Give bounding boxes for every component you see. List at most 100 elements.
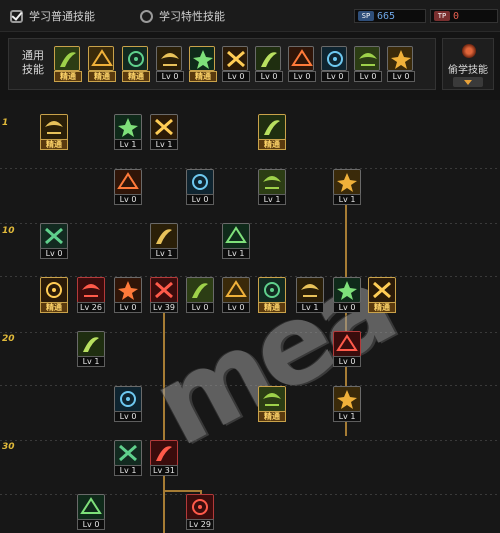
skill-icon: [222, 46, 248, 71]
tree-skill-15[interactable]: Lv 39: [150, 277, 178, 313]
skill-tree: 1 10 20 30 mea: [0, 100, 500, 533]
skill-level-label: Lv 0: [40, 248, 68, 259]
steal-skills-label: 偷学技能: [448, 65, 488, 76]
tree-skill-24[interactable]: Lv 0: [114, 386, 142, 422]
tree-skill-14[interactable]: Lv 0: [114, 277, 142, 313]
common-skill-6[interactable]: Lv 0: [222, 46, 250, 82]
tree-skill-22[interactable]: Lv 1: [77, 331, 105, 367]
tree-skill-4[interactable]: 精通: [258, 114, 286, 150]
tree-skill-23[interactable]: Lv 0: [333, 331, 361, 367]
tree-skill-20[interactable]: Lv 0: [333, 277, 361, 313]
tree-skill-9[interactable]: Lv 0: [40, 223, 68, 259]
tree-skill-19[interactable]: Lv 1: [296, 277, 324, 313]
skill-icon: [296, 277, 324, 303]
row-divider: [0, 440, 500, 441]
tree-skill-16[interactable]: Lv 0: [186, 277, 214, 313]
tree-skill-1[interactable]: 精通: [40, 114, 68, 150]
checkbox-icon: [10, 9, 23, 23]
row-divider: [0, 385, 500, 386]
fire-icon: [462, 44, 476, 58]
tree-skill-21[interactable]: 精通: [368, 277, 396, 313]
tree-skill-6[interactable]: Lv 0: [186, 169, 214, 205]
steal-dropdown-button[interactable]: [453, 77, 483, 87]
sp-icon: SP: [358, 11, 374, 21]
tree-skill-29[interactable]: Lv 0: [77, 494, 105, 530]
skill-icon: [258, 277, 286, 303]
row-divider: [0, 276, 500, 277]
skill-icon: [156, 46, 182, 71]
skill-level-label: 精通: [88, 71, 116, 82]
skill-icon: [40, 277, 68, 303]
skill-level-label: Lv 1: [114, 139, 142, 150]
skill-icon: [40, 114, 68, 140]
skill-icon: [186, 494, 214, 520]
tree-skill-7[interactable]: Lv 1: [258, 169, 286, 205]
common-skill-9[interactable]: Lv 0: [321, 46, 349, 82]
tree-skill-2[interactable]: Lv 1: [114, 114, 142, 150]
tree-skill-3[interactable]: Lv 1: [150, 114, 178, 150]
skill-icon: [122, 46, 148, 71]
skill-level-label: Lv 0: [186, 302, 214, 313]
tree-skill-10[interactable]: Lv 1: [150, 223, 178, 259]
tree-skill-18[interactable]: 精通: [258, 277, 286, 313]
common-skill-1[interactable]: 精通: [54, 46, 82, 82]
common-skill-11[interactable]: Lv 0: [387, 46, 415, 82]
skill-icon: [321, 46, 347, 71]
skill-level-label: Lv 1: [333, 411, 361, 422]
skill-level-label: Lv 0: [114, 194, 142, 205]
skill-level-label: 精通: [258, 302, 286, 313]
skill-level-label: Lv 0: [156, 71, 184, 82]
tab-trait-skills-label: 学习特性技能: [159, 10, 225, 23]
common-skill-10[interactable]: Lv 0: [354, 46, 382, 82]
skill-level-label: Lv 0: [333, 356, 361, 367]
common-skill-7[interactable]: Lv 0: [255, 46, 283, 82]
skill-level-label: Lv 1: [150, 248, 178, 259]
skill-icon: [186, 277, 214, 303]
common-skill-2[interactable]: 精通: [88, 46, 116, 82]
skill-level-label: 精通: [189, 71, 217, 82]
common-skill-3[interactable]: 精通: [122, 46, 150, 82]
tree-skill-8[interactable]: Lv 1: [333, 169, 361, 205]
skill-level-label: 精通: [258, 139, 286, 150]
skill-level-label: Lv 1: [150, 139, 178, 150]
tree-skill-17[interactable]: Lv 0: [222, 277, 250, 313]
skill-level-label: 精通: [40, 302, 68, 313]
skill-icon: [114, 114, 142, 140]
common-skill-5[interactable]: 精通: [189, 46, 217, 82]
skill-level-label: Lv 0: [77, 519, 105, 530]
level-marker-30: 30: [2, 442, 15, 452]
skill-icon: [333, 331, 361, 357]
tree-skill-5[interactable]: Lv 0: [114, 169, 142, 205]
skill-level-label: Lv 0: [114, 302, 142, 313]
tree-skill-30[interactable]: Lv 29: [186, 494, 214, 530]
tree-skill-11[interactable]: Lv 1: [222, 223, 250, 259]
tree-skill-25[interactable]: 精通: [258, 386, 286, 422]
tree-skill-28[interactable]: Lv 31: [150, 440, 178, 476]
tree-skill-26[interactable]: Lv 1: [333, 386, 361, 422]
tab-trait-skills[interactable]: 学习特性技能: [140, 7, 225, 25]
skill-level-label: Lv 0: [321, 71, 349, 82]
level-marker-20: 20: [2, 334, 15, 344]
skill-icon: [288, 46, 314, 71]
common-skill-8[interactable]: Lv 0: [288, 46, 316, 82]
tree-skill-12[interactable]: 精通: [40, 277, 68, 313]
skill-link-line: [163, 490, 201, 492]
skill-level-label: Lv 0: [333, 302, 361, 313]
tp-value: 0: [453, 10, 460, 22]
tree-skill-13[interactable]: Lv 26: [77, 277, 105, 313]
steal-skills-panel[interactable]: 偷学技能: [442, 38, 494, 90]
tab-normal-skills[interactable]: 学习普通技能: [10, 7, 95, 25]
skill-level-label: 精通: [368, 302, 396, 313]
skill-level-label: Lv 1: [296, 302, 324, 313]
common-skill-4[interactable]: Lv 0: [156, 46, 184, 82]
skill-level-label: Lv 0: [186, 194, 214, 205]
radio-icon: [140, 9, 153, 23]
skill-icon: [150, 277, 178, 303]
common-skills-label: 通用 技能: [22, 49, 44, 76]
row-divider: [0, 168, 500, 169]
skill-level-label: 精通: [122, 71, 150, 82]
skill-level-label: 精通: [258, 411, 286, 422]
tree-skill-27[interactable]: Lv 1: [114, 440, 142, 476]
skill-icon: [387, 46, 413, 71]
level-marker-1: 1: [2, 118, 9, 128]
